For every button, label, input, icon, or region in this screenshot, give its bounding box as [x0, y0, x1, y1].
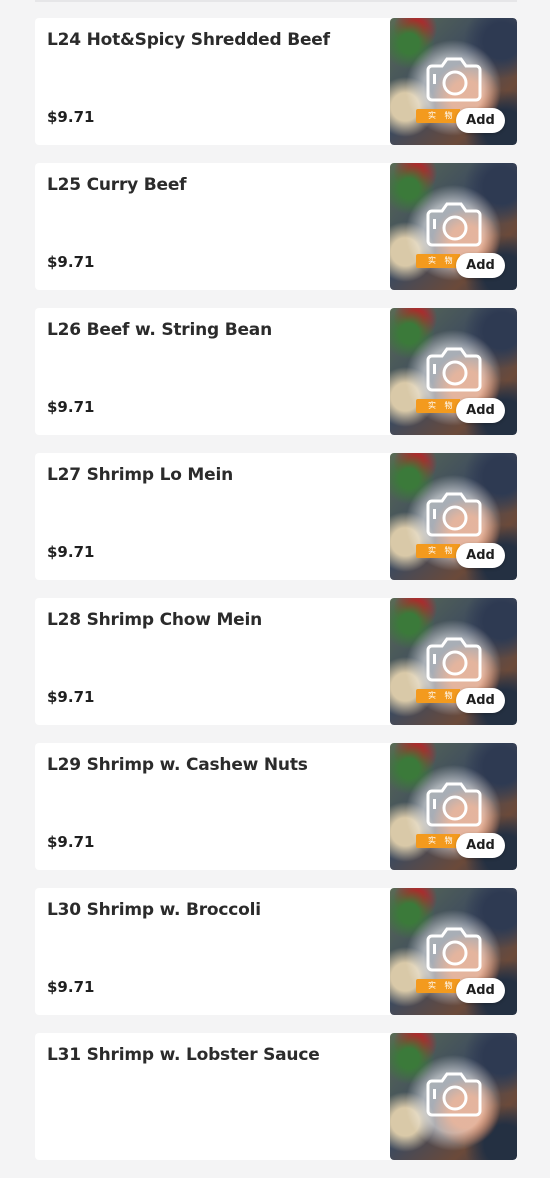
image-badge: 实 物	[416, 544, 460, 558]
menu-item-image[interactable]: 实 物 Add	[390, 743, 517, 870]
menu-item-card[interactable]: L24 Hot&Spicy Shredded Beef $9.71 实 物 Ad…	[35, 18, 517, 145]
menu-item-image[interactable]: 实 物 Add	[390, 308, 517, 435]
menu-item-price: $9.71	[47, 688, 95, 706]
menu-item-name: L29 Shrimp w. Cashew Nuts	[47, 755, 308, 775]
image-badge: 实 物	[416, 979, 460, 993]
menu-item-list: L24 Hot&Spicy Shredded Beef $9.71 实 物 Ad…	[35, 18, 517, 1178]
menu-item-name: L31 Shrimp w. Lobster Sauce	[47, 1045, 320, 1065]
camera-icon	[426, 782, 482, 827]
menu-item-image[interactable]: 实 物 Add	[390, 598, 517, 725]
menu-item-image[interactable]: 实 物 Add	[390, 163, 517, 290]
menu-item-card[interactable]: L27 Shrimp Lo Mein $9.71 实 物 Add	[35, 453, 517, 580]
add-button[interactable]: Add	[456, 398, 505, 423]
menu-item-image[interactable]: 实 物 Add	[390, 453, 517, 580]
menu-item-name: L28 Shrimp Chow Mein	[47, 610, 263, 630]
camera-icon	[426, 927, 482, 972]
menu-item-price: $9.71	[47, 398, 95, 416]
add-button[interactable]: Add	[456, 108, 505, 133]
menu-item-card[interactable]: L26 Beef w. String Bean $9.71 实 物 Add	[35, 308, 517, 435]
menu-item-card[interactable]: L30 Shrimp w. Broccoli $9.71 实 物 Add	[35, 888, 517, 1015]
camera-icon	[426, 347, 482, 392]
image-badge: 实 物	[416, 399, 460, 413]
menu-item-image[interactable]	[390, 1033, 517, 1160]
menu-item-price: $9.71	[47, 978, 95, 996]
menu-item-price: $9.71	[47, 253, 95, 271]
menu-item-name: L24 Hot&Spicy Shredded Beef	[47, 30, 330, 50]
add-button[interactable]: Add	[456, 833, 505, 858]
image-badge: 实 物	[416, 109, 460, 123]
menu-item-card[interactable]: L29 Shrimp w. Cashew Nuts $9.71 实 物 Add	[35, 743, 517, 870]
image-badge: 实 物	[416, 834, 460, 848]
menu-item-name: L27 Shrimp Lo Mein	[47, 465, 233, 485]
add-button[interactable]: Add	[456, 978, 505, 1003]
menu-item-card[interactable]: L25 Curry Beef $9.71 实 物 Add	[35, 163, 517, 290]
add-button[interactable]: Add	[456, 688, 505, 713]
menu-item-card[interactable]: L31 Shrimp w. Lobster Sauce	[35, 1033, 517, 1160]
menu-item-card[interactable]: L28 Shrimp Chow Mein $9.71 实 物 Add	[35, 598, 517, 725]
image-badge: 实 物	[416, 254, 460, 268]
add-button[interactable]: Add	[456, 253, 505, 278]
camera-icon	[426, 57, 482, 102]
menu-item-name: L30 Shrimp w. Broccoli	[47, 900, 261, 920]
menu-item-image[interactable]: 实 物 Add	[390, 888, 517, 1015]
add-button[interactable]: Add	[456, 543, 505, 568]
image-badge: 实 物	[416, 689, 460, 703]
previous-card-edge	[35, 0, 517, 2]
camera-icon	[426, 637, 482, 682]
menu-item-image[interactable]: 实 物 Add	[390, 18, 517, 145]
menu-item-price: $9.71	[47, 833, 95, 851]
menu-item-name: L26 Beef w. String Bean	[47, 320, 272, 340]
camera-icon	[426, 1072, 482, 1117]
menu-item-price: $9.71	[47, 108, 95, 126]
camera-icon	[426, 492, 482, 537]
menu-item-name: L25 Curry Beef	[47, 175, 187, 195]
menu-item-price: $9.71	[47, 543, 95, 561]
camera-icon	[426, 202, 482, 247]
